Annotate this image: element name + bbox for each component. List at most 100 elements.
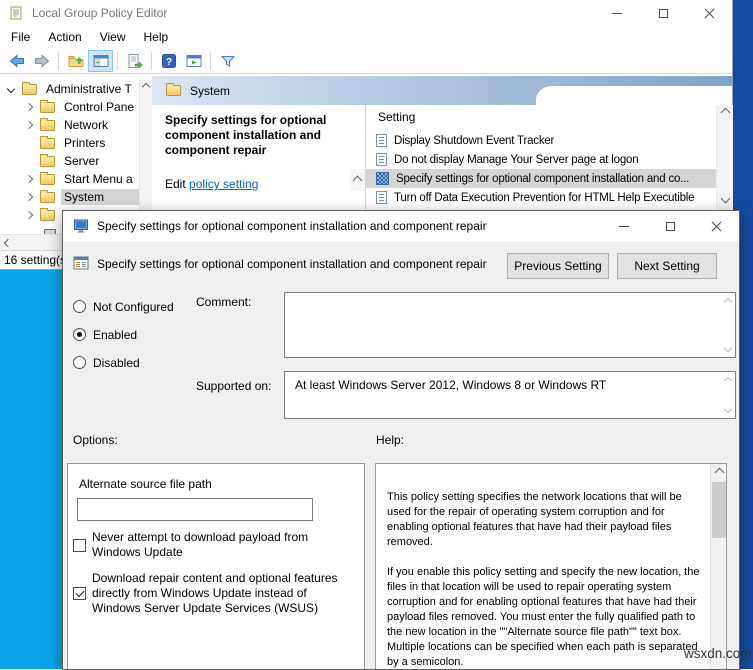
folder-icon bbox=[40, 117, 55, 131]
scroll-up-icon bbox=[720, 107, 731, 118]
chevron-right-icon[interactable] bbox=[24, 174, 34, 184]
tree-item-administrative-templates[interactable]: Administrative T bbox=[0, 80, 139, 98]
dialog-titlebar: Specify settings for optional component … bbox=[63, 211, 739, 241]
menu-view[interactable]: View bbox=[91, 28, 135, 46]
toolbar-separator bbox=[210, 51, 211, 70]
tree-item-label: Network bbox=[64, 118, 109, 132]
folder-up-icon bbox=[68, 55, 83, 67]
setting-label: Do not display Manage Your Server page a… bbox=[394, 153, 639, 166]
setting-row[interactable]: Display Shutdown Event Tracker bbox=[366, 131, 716, 150]
dialog-maximize-button[interactable] bbox=[647, 211, 693, 241]
setting-row[interactable]: Turn off Data Execution Prevention for H… bbox=[366, 188, 716, 207]
options-label: Options: bbox=[73, 433, 118, 447]
dialog-header: Specify settings for optional component … bbox=[63, 241, 739, 287]
radio-icon bbox=[73, 300, 86, 313]
tree-item-label: System bbox=[61, 189, 139, 205]
status-text: 16 setting(s) bbox=[4, 253, 71, 267]
properties-window-button[interactable] bbox=[181, 50, 206, 72]
desktop-background-left bbox=[0, 270, 62, 669]
supported-on-label: Supported on: bbox=[196, 379, 272, 393]
dialog-window-controls bbox=[601, 211, 739, 241]
radio-enabled[interactable]: Enabled bbox=[73, 327, 174, 342]
up-folder-button[interactable] bbox=[63, 50, 88, 72]
chevron-right-icon[interactable] bbox=[24, 120, 34, 130]
close-icon bbox=[704, 8, 715, 19]
setting-row-selected[interactable]: Specify settings for optional component … bbox=[366, 169, 716, 188]
description-scroll-up[interactable] bbox=[350, 169, 365, 191]
policy-item-icon bbox=[376, 191, 387, 204]
folder-icon bbox=[166, 83, 181, 96]
tree-item-server[interactable]: Server bbox=[0, 152, 139, 170]
export-list-button[interactable] bbox=[122, 50, 147, 72]
selected-policy-icon bbox=[376, 172, 389, 185]
scrollbar-thumb[interactable] bbox=[712, 482, 726, 538]
edit-prefix: Edit bbox=[165, 177, 190, 191]
policy-setting-dialog: Specify settings for optional component … bbox=[62, 210, 740, 670]
setting-row[interactable]: Do not display Manage Your Server page a… bbox=[366, 150, 716, 169]
window-title: Local Group Policy Editor bbox=[32, 6, 168, 20]
menu-action[interactable]: Action bbox=[39, 28, 90, 46]
toolbar-separator bbox=[151, 51, 152, 70]
chevron-right-icon[interactable] bbox=[24, 210, 34, 220]
help-paragraph-2: If you enable this policy setting and sp… bbox=[387, 566, 700, 668]
maximize-button[interactable] bbox=[640, 0, 686, 26]
radio-label: Disabled bbox=[93, 355, 140, 370]
previous-setting-button[interactable]: Previous Setting bbox=[507, 253, 609, 279]
chevron-expanded-icon[interactable] bbox=[6, 84, 16, 94]
window-controls bbox=[594, 0, 732, 26]
scroll-left-icon bbox=[3, 238, 13, 247]
policy-setting-link[interactable]: policy setting bbox=[189, 177, 258, 191]
supported-on-value[interactable]: At least Windows Server 2012, Windows 8 … bbox=[284, 371, 736, 419]
help-text: This policy setting specifies the networ… bbox=[387, 490, 703, 669]
content-header-label: System bbox=[190, 83, 231, 98]
download-from-windows-update-option[interactable]: Download repair content and optional fea… bbox=[73, 571, 364, 616]
checkbox-checked-icon bbox=[73, 587, 86, 600]
close-button[interactable] bbox=[686, 0, 732, 26]
help-button[interactable]: ? bbox=[156, 50, 181, 72]
alternate-source-path-input[interactable] bbox=[77, 498, 313, 521]
show-console-tree-button[interactable] bbox=[88, 49, 113, 72]
tree-item-start-menu[interactable]: Start Menu a bbox=[0, 170, 139, 188]
supported-on-text: At least Windows Server 2012, Windows 8 … bbox=[295, 378, 607, 392]
dialog-close-button[interactable] bbox=[693, 211, 739, 241]
state-radio-group: Not Configured Enabled Disabled bbox=[73, 299, 174, 383]
chevron-right-icon[interactable] bbox=[24, 102, 34, 112]
radio-disabled[interactable]: Disabled bbox=[73, 355, 174, 370]
menu-help[interactable]: Help bbox=[135, 28, 178, 46]
alternate-source-path-label: Alternate source file path bbox=[79, 477, 212, 491]
scroll-down-icon bbox=[720, 193, 731, 204]
tree-item-system[interactable]: System bbox=[0, 188, 139, 206]
comment-label: Comment: bbox=[196, 295, 252, 309]
dialog-minimize-button[interactable] bbox=[601, 211, 647, 241]
help-scrollbar[interactable] bbox=[710, 464, 726, 669]
comment-input[interactable] bbox=[284, 292, 736, 358]
menu-file[interactable]: File bbox=[2, 28, 39, 46]
folder-icon bbox=[40, 171, 55, 185]
scroll-up-icon bbox=[714, 467, 724, 478]
svg-text:?: ? bbox=[165, 57, 171, 68]
radio-icon bbox=[73, 356, 86, 369]
back-button[interactable] bbox=[4, 50, 29, 72]
minimize-button[interactable] bbox=[594, 0, 640, 26]
next-setting-button[interactable]: Next Setting bbox=[617, 253, 717, 279]
filter-button[interactable] bbox=[215, 50, 240, 72]
radio-not-configured[interactable]: Not Configured bbox=[73, 299, 174, 314]
dialog-setting-name: Specify settings for optional component … bbox=[97, 257, 487, 271]
folder-icon bbox=[22, 81, 37, 95]
forward-button[interactable] bbox=[29, 50, 54, 72]
setting-label: Display Shutdown Event Tracker bbox=[394, 134, 555, 147]
settings-column-header[interactable]: Setting bbox=[378, 110, 415, 124]
scroll-down-icon bbox=[723, 404, 733, 414]
never-download-payload-option[interactable]: Never attempt to download payload from W… bbox=[73, 530, 364, 560]
help-label: Help: bbox=[376, 433, 405, 447]
tree-item-control-panel[interactable]: Control Pane bbox=[0, 98, 139, 116]
menu-bar: File Action View Help bbox=[0, 26, 732, 48]
help-icon: ? bbox=[161, 53, 176, 68]
window-titlebar: Local Group Policy Editor bbox=[0, 0, 732, 26]
tree-item-printers[interactable]: Printers bbox=[0, 134, 139, 152]
radio-selected-icon bbox=[73, 328, 86, 341]
tree-item-network[interactable]: Network bbox=[0, 116, 139, 134]
scroll-up-icon bbox=[723, 297, 733, 307]
chevron-right-icon[interactable] bbox=[24, 192, 34, 202]
settings-sheet-tab bbox=[536, 86, 732, 106]
